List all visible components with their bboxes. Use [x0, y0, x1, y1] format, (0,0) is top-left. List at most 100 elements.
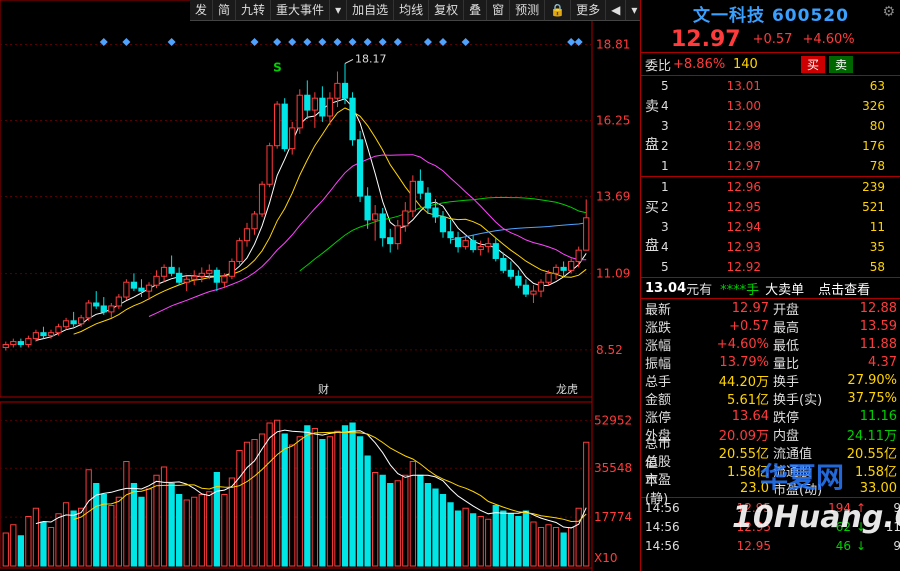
volume-bar [387, 483, 394, 567]
bids-row[interactable]: 3 12.94 11 [641, 217, 900, 237]
toolbar-button-1[interactable]: 简 [213, 0, 237, 20]
weibi-num: 140 [733, 56, 758, 72]
candle-body [108, 305, 115, 313]
longhu-label: 龙虎 [556, 383, 578, 396]
tick-time: 14:56 [645, 538, 680, 553]
volume-bar [326, 436, 334, 567]
bids-row[interactable]: 5 12.92 58 [641, 257, 900, 277]
asks-row[interactable]: 1 12.97 78 [641, 156, 900, 176]
price-change: +0.57 [752, 31, 793, 47]
volume-tick-label: 52952 [594, 413, 632, 427]
stat-value: 20.09万 [718, 428, 769, 444]
bids-row[interactable]: 4 12.93 35 [641, 237, 900, 257]
stat-value: +0.57 [729, 318, 769, 334]
candle-body [100, 305, 107, 313]
kline-svg[interactable]: 18.81 16.25 13.69 11.09 8.52 18.17 S 财 龙虎 52952 35… [0, 0, 640, 571]
volume-bar [221, 494, 228, 567]
candle-body [575, 249, 582, 262]
volume-bar [2, 532, 9, 567]
ob-price: 12.93 [726, 240, 761, 254]
big-order-unit: 元有 [686, 282, 713, 298]
stat-label-2: 内盘 [773, 428, 800, 444]
tick-price: 12.95 [736, 519, 771, 534]
tick-list[interactable]: 14:56 12.95 194 ↑ 9 14:56 12.95 62 ↓ 11 14… [641, 498, 900, 555]
candle-body [319, 97, 326, 117]
candle-body [568, 260, 575, 271]
toolbar-button-2[interactable]: 九转 [236, 0, 272, 20]
ob-level: 1 [661, 180, 669, 194]
toolbar-button-13[interactable]: ◀ [606, 0, 627, 20]
volume-bar [552, 527, 560, 567]
candle-body [10, 341, 17, 346]
candle-body [115, 296, 122, 307]
buy-button[interactable]: 买 [801, 55, 826, 73]
candle-body [243, 228, 251, 242]
volume-bar [424, 483, 432, 567]
volume-bar [545, 524, 552, 567]
ob-level: 5 [661, 79, 669, 93]
bids-row[interactable]: 1 12.96 239 [641, 177, 900, 197]
bids-row[interactable]: 2 12.95 521 [641, 197, 900, 217]
toolbar-button-0[interactable]: 发 [190, 0, 214, 20]
toolbar-button-9[interactable]: 窗 [487, 0, 511, 20]
toolbar-button-11[interactable]: 🔒 [545, 0, 572, 20]
toolbar-button-8[interactable]: 叠 [464, 0, 488, 20]
ob-level: 1 [661, 159, 669, 173]
stat-label-2: 跌停 [773, 410, 800, 426]
volume-bar [304, 425, 311, 567]
toolbar-button-3[interactable]: 重大事件 [271, 0, 331, 20]
candle-body [62, 320, 70, 328]
ob-price: 12.97 [726, 159, 761, 173]
stat-row: 金额 5.61亿 换手(实) 37.75% [641, 389, 900, 408]
sell-button[interactable]: 卖 [829, 55, 854, 73]
candle-body [206, 269, 213, 274]
volume-bar [341, 425, 349, 567]
asks-row[interactable]: 4 13.00 326 [641, 96, 900, 116]
weibi-value: +8.86% [673, 56, 726, 72]
stat-row: 涨幅 +4.60% 最低 11.88 [641, 335, 900, 354]
candle-body [311, 97, 318, 111]
candle-body [530, 290, 537, 295]
asks-row[interactable]: 3 12.99 80 [641, 116, 900, 136]
candle-body [221, 275, 228, 283]
volume-bar [568, 527, 575, 567]
volume-bar [266, 422, 273, 567]
current-price: 12.97 [671, 26, 741, 52]
candle-body [85, 302, 92, 319]
asks-row[interactable]: 5 13.01 63 [641, 76, 900, 96]
toolbar-button-5[interactable]: 加自选 [347, 0, 395, 20]
volume-tick-label: 35548 [594, 461, 632, 475]
ma-line [73, 107, 587, 335]
ob-volume: 326 [862, 99, 885, 113]
kline-chart-area[interactable]: 18.81 16.25 13.69 11.09 8.52 18.17 S 财 龙虎 52952 35… [0, 0, 644, 571]
candle-body [191, 275, 198, 280]
stock-name[interactable]: 文一科技 600520 [693, 1, 849, 26]
ob-price: 13.01 [726, 79, 761, 93]
ob-volume: 58 [869, 260, 885, 274]
candle-body [334, 82, 341, 99]
candle-body [560, 266, 567, 271]
asks-row[interactable]: 2 12.98 176 [641, 136, 900, 156]
volume-bar [515, 516, 522, 567]
toolbar-button-12[interactable]: 更多 [571, 0, 607, 20]
click-view-link[interactable]: 点击查看 [818, 279, 870, 298]
tick-arrow-icon: ↓ [855, 519, 867, 534]
stat-value: 13.64 [731, 408, 769, 424]
stat-value-2: 12.88 [859, 300, 897, 316]
candle-body [55, 326, 62, 334]
toolbar-button-4[interactable]: ▾ [330, 0, 348, 20]
stat-label: 涨停 [645, 410, 672, 426]
toolbar-button-7[interactable]: 复权 [429, 0, 465, 20]
candle-body [417, 180, 424, 194]
volume-bar [537, 527, 545, 567]
toolbar-button-10[interactable]: 预测 [510, 0, 546, 20]
toolbar-button-6[interactable]: 均线 [394, 0, 430, 20]
stat-value: 20.55亿 [718, 446, 769, 462]
volume-bar [432, 488, 439, 567]
candle-body [470, 240, 477, 251]
gear-icon[interactable]: ⚙ [882, 4, 895, 20]
volume-unit-label: X10 [594, 551, 618, 565]
bid-side-label-1: 买 [645, 200, 659, 216]
candle-body [153, 275, 160, 286]
event-diamond-icon [273, 38, 282, 46]
